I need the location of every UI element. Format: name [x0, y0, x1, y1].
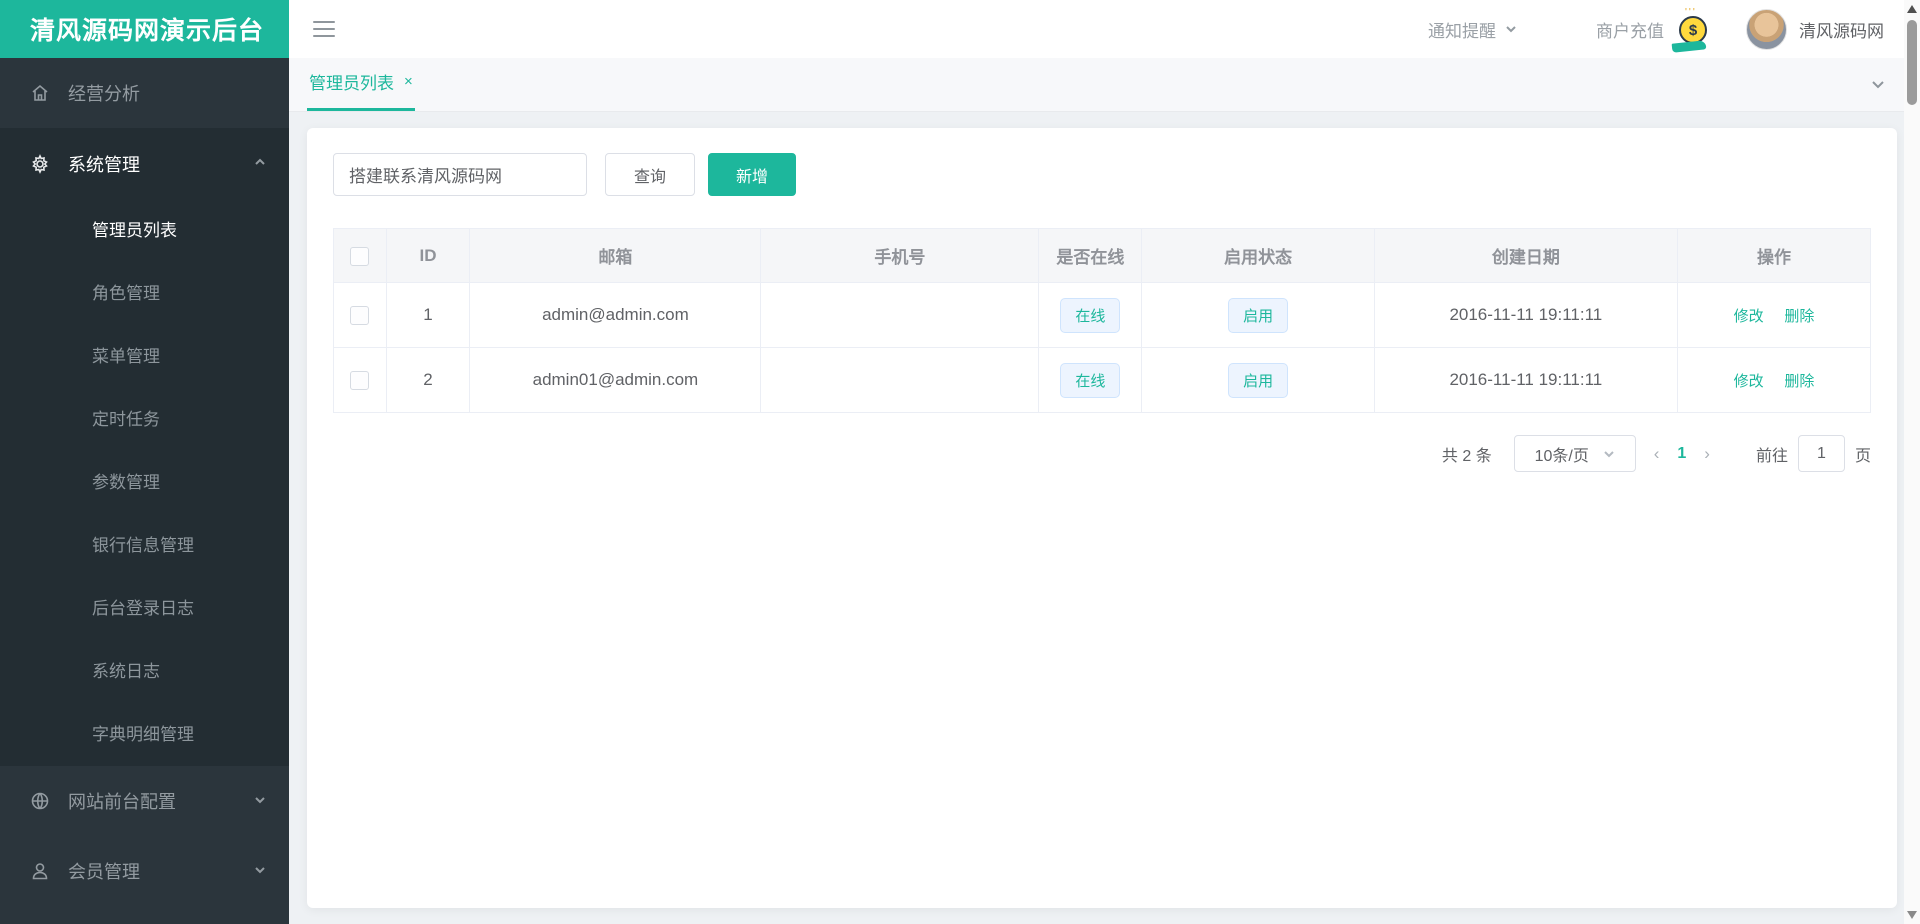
username-label[interactable]: 清风源码网 [1799, 17, 1884, 42]
topbar-right: 通知提醒 商户充值 ''' $ 清风源码网 [1428, 7, 1884, 51]
prev-page-button[interactable]: ‹ [1654, 444, 1660, 464]
search-input[interactable] [333, 153, 587, 196]
goto-label: 前往 [1756, 442, 1788, 466]
sidebar-item-label: 会员管理 [68, 858, 140, 884]
content-card: 查询 新增 ID 邮箱 手机号 是否在线 [307, 128, 1897, 908]
row-checkbox[interactable] [350, 371, 369, 390]
sidebar-item-system-management[interactable]: 系统管理 [0, 128, 289, 199]
row-checkbox[interactable] [350, 306, 369, 325]
current-page-number[interactable]: 1 [1677, 445, 1686, 463]
admin-table: ID 邮箱 手机号 是否在线 启用状态 创建日期 操作 1 [333, 228, 1871, 413]
status-badge[interactable]: 启用 [1228, 298, 1288, 333]
sidebar-item-scheduled-tasks[interactable]: 定时任务 [0, 388, 289, 451]
app-window: 清风源码网演示后台 经营分析 系统管理 管理员列表 角色管理 菜单管理 定时任务… [0, 0, 1920, 924]
page-size-select[interactable]: 10条/页 [1514, 435, 1636, 472]
sidebar-item-login-log[interactable]: 后台登录日志 [0, 577, 289, 640]
scroll-down-arrow-icon[interactable] [1907, 911, 1917, 919]
tabbar-collapse-chevron-icon[interactable] [1870, 76, 1886, 97]
sidebar-item-admin-list[interactable]: 管理员列表 [0, 199, 289, 262]
table-row: 2 admin01@admin.com 在线 启用 2016-11-11 19:… [334, 348, 1871, 413]
select-all-checkbox[interactable] [350, 247, 369, 266]
total-count-label: 共 2 条 [1442, 442, 1492, 466]
column-header-actions: 操作 [1677, 229, 1870, 283]
sidebar-item-system-log[interactable]: 系统日志 [0, 640, 289, 703]
page-suffix-label: 页 [1855, 442, 1871, 466]
table-header-row: ID 邮箱 手机号 是否在线 启用状态 创建日期 操作 [334, 229, 1871, 283]
gear-icon [30, 154, 50, 174]
sidebar-item-parameter-management[interactable]: 参数管理 [0, 451, 289, 514]
cell-email: admin01@admin.com [470, 348, 761, 413]
cell-created: 2016-11-11 19:11:11 [1374, 283, 1677, 348]
chevron-down-icon [1504, 22, 1518, 36]
recharge-label: 商户充值 [1596, 17, 1664, 42]
sidebar: 清风源码网演示后台 经营分析 系统管理 管理员列表 角色管理 菜单管理 定时任务… [0, 0, 289, 924]
table-row: 1 admin@admin.com 在线 启用 2016-11-11 19:11… [334, 283, 1871, 348]
vertical-scrollbar[interactable] [1904, 0, 1920, 924]
select-all-header [334, 229, 387, 283]
user-avatar[interactable] [1746, 9, 1787, 50]
sidebar-item-label: 系统管理 [68, 151, 140, 177]
sidebar-item-role-management[interactable]: 角色管理 [0, 262, 289, 325]
notification-dropdown[interactable]: 通知提醒 [1428, 17, 1518, 42]
cell-created: 2016-11-11 19:11:11 [1374, 348, 1677, 413]
sidebar-item-menu-management[interactable]: 菜单管理 [0, 325, 289, 388]
toolbar: 查询 新增 [333, 153, 1871, 196]
pagination: 共 2 条 10条/页 ‹ 1 › 前往 页 [333, 435, 1871, 472]
cell-id: 2 [386, 348, 470, 413]
page-size-value: 10条/页 [1535, 442, 1589, 466]
column-header-online: 是否在线 [1039, 229, 1142, 283]
column-header-id: ID [386, 229, 470, 283]
column-header-status: 启用状态 [1142, 229, 1374, 283]
delete-link[interactable]: 删除 [1784, 373, 1814, 390]
scrollbar-thumb[interactable] [1907, 20, 1917, 105]
top-header: 通知提醒 商户充值 ''' $ 清风源码网 [289, 0, 1920, 58]
column-header-phone: 手机号 [761, 229, 1039, 283]
online-badge[interactable]: 在线 [1060, 363, 1120, 398]
cell-id: 1 [386, 283, 470, 348]
merchant-recharge-button[interactable]: 商户充值 ''' $ [1596, 7, 1712, 51]
query-button[interactable]: 查询 [605, 153, 695, 196]
edit-link[interactable]: 修改 [1734, 308, 1764, 325]
sidebar-item-member-management[interactable]: 会员管理 [0, 836, 289, 906]
app-logo: 清风源码网演示后台 [0, 0, 289, 58]
sidebar-item-business-analysis[interactable]: 经营分析 [0, 58, 289, 128]
menu-toggle-icon[interactable] [313, 21, 335, 37]
edit-link[interactable]: 修改 [1734, 373, 1764, 390]
cell-phone [761, 348, 1039, 413]
goto-page-input[interactable] [1798, 435, 1845, 472]
cell-email: admin@admin.com [470, 283, 761, 348]
column-header-email: 邮箱 [470, 229, 761, 283]
coin-hand-icon: ''' $ [1672, 7, 1712, 51]
globe-icon [30, 791, 50, 811]
sidebar-item-site-frontend-config[interactable]: 网站前台配置 [0, 766, 289, 836]
sidebar-section-system: 系统管理 管理员列表 角色管理 菜单管理 定时任务 参数管理 银行信息管理 后台… [0, 128, 289, 766]
content-area: 查询 新增 ID 邮箱 手机号 是否在线 [289, 112, 1920, 924]
notification-label: 通知提醒 [1428, 17, 1496, 42]
column-header-created: 创建日期 [1374, 229, 1677, 283]
sidebar-item-label: 经营分析 [68, 80, 140, 106]
delete-link[interactable]: 删除 [1784, 308, 1814, 325]
cell-phone [761, 283, 1039, 348]
tab-close-icon[interactable]: × [404, 73, 413, 90]
chevron-down-icon [1603, 448, 1615, 460]
user-icon [30, 861, 50, 881]
status-badge[interactable]: 启用 [1228, 363, 1288, 398]
online-badge[interactable]: 在线 [1060, 298, 1120, 333]
tab-bar: 管理员列表 × [289, 58, 1920, 112]
tab-label: 管理员列表 [309, 69, 394, 94]
chevron-down-icon [253, 861, 267, 882]
chevron-up-icon [253, 153, 267, 174]
main-area: 通知提醒 商户充值 ''' $ 清风源码网 [289, 0, 1920, 924]
sidebar-item-dictionary-detail[interactable]: 字典明细管理 [0, 703, 289, 766]
chevron-down-icon [253, 791, 267, 812]
next-page-button[interactable]: › [1704, 444, 1710, 464]
add-button[interactable]: 新增 [708, 153, 796, 196]
sidebar-item-label: 网站前台配置 [68, 788, 176, 814]
sidebar-item-bank-info[interactable]: 银行信息管理 [0, 514, 289, 577]
scroll-up-arrow-icon[interactable] [1907, 5, 1917, 13]
tab-admin-list[interactable]: 管理员列表 × [307, 69, 415, 111]
home-icon [30, 83, 50, 103]
